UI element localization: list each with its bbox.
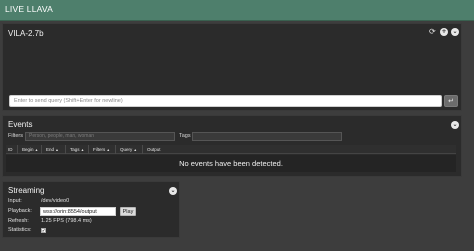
- chevron-down-icon[interactable]: ⌄: [451, 28, 459, 36]
- column-begin[interactable]: Begin ▲: [20, 145, 42, 154]
- tags-input[interactable]: [192, 132, 342, 141]
- column-end[interactable]: End ▲: [44, 145, 66, 154]
- sort-icon: ▲: [106, 148, 110, 152]
- plus-icon[interactable]: +: [440, 28, 448, 36]
- send-button[interactable]: ↵: [444, 95, 458, 107]
- input-value: /dev/video0: [41, 198, 70, 204]
- column-filters[interactable]: Filters ▲: [91, 145, 116, 154]
- events-title: Events: [8, 120, 33, 129]
- model-title: VILA-2.7b: [8, 29, 44, 38]
- app-title: LIVE LLAVA: [5, 4, 53, 14]
- play-button[interactable]: Play: [120, 207, 136, 216]
- sort-icon: ▲: [80, 148, 85, 152]
- sort-icon: ▲: [55, 148, 59, 152]
- chevron-down-icon[interactable]: ⌄: [451, 121, 459, 129]
- streaming-title: Streaming: [8, 186, 45, 195]
- tags-label: Tags: [179, 133, 191, 139]
- column-tags[interactable]: Tags ▲: [68, 145, 89, 154]
- chevron-down-icon[interactable]: ⌄: [169, 187, 177, 195]
- query-input[interactable]: [9, 95, 442, 107]
- statistics-label: Statistics:: [8, 227, 32, 233]
- filters-input[interactable]: Person, people, man, woman: [25, 132, 175, 141]
- playback-label: Playback:: [8, 208, 32, 214]
- refresh-value: 1.25 FPS (798.4 ms): [41, 218, 92, 224]
- playback-url-input[interactable]: wss://orin:8554/output: [40, 207, 116, 216]
- top-bar: LIVE LLAVA: [0, 0, 474, 21]
- events-table-header: ID Begin ▲ End ▲ Tags ▲ Filters ▲ Query …: [6, 145, 456, 154]
- input-label: Input:: [8, 198, 22, 204]
- filters-label: Filters: [8, 133, 23, 139]
- statistics-checkbox[interactable]: ✔: [41, 228, 46, 233]
- sort-icon: ▲: [133, 148, 137, 152]
- model-panel: VILA-2.7b ⟳ + ⌄ ↵: [2, 23, 462, 111]
- refresh-label: Refresh:: [8, 218, 29, 224]
- events-empty-message: No events have been detected.: [6, 155, 456, 172]
- column-id[interactable]: ID: [6, 145, 18, 154]
- refresh-icon[interactable]: ⟳: [429, 28, 436, 36]
- column-query[interactable]: Query ▲: [118, 145, 143, 154]
- column-output[interactable]: Output: [145, 145, 456, 154]
- sort-icon: ▲: [34, 148, 39, 152]
